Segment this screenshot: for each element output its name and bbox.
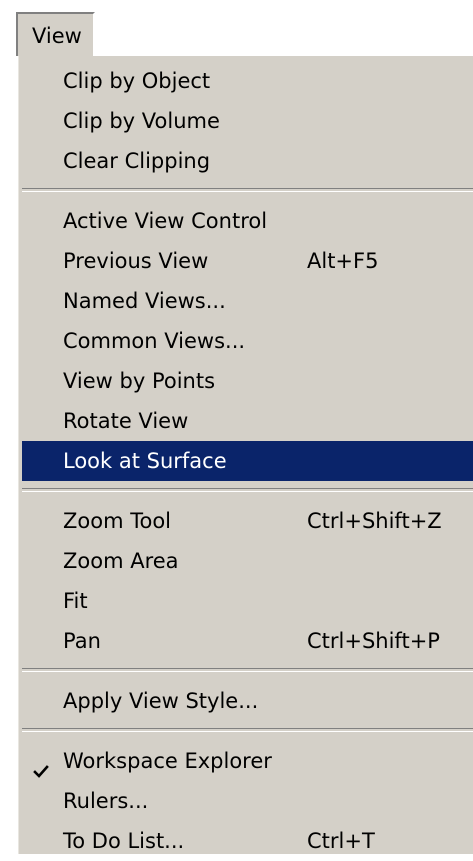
menu-item-label: Clear Clipping: [63, 149, 211, 173]
menu-item-label: Look at Surface: [63, 449, 227, 473]
menu-item-view-by-points[interactable]: View by Points: [22, 361, 473, 401]
menu-item-previous-view[interactable]: Previous View Alt+F5: [22, 241, 473, 281]
menu-item-label: Clip by Object: [63, 69, 211, 93]
menu-item-label: Fit: [63, 589, 88, 613]
menu-item-zoom-area[interactable]: Zoom Area: [22, 541, 473, 581]
menu-item-clear-clipping[interactable]: Clear Clipping: [22, 141, 473, 181]
view-menu-button[interactable]: View: [16, 12, 95, 56]
menu-item-clip-by-volume[interactable]: Clip by Volume: [22, 101, 473, 141]
menu-item-shortcut: Ctrl+T: [307, 829, 375, 853]
view-dropdown-menu: Clip by Object Clip by Volume Clear Clip…: [16, 56, 473, 854]
menu-item-pan[interactable]: Pan Ctrl+Shift+P: [22, 621, 473, 661]
menu-item-clip-by-object[interactable]: Clip by Object: [22, 61, 473, 101]
menu-separator: [22, 668, 473, 672]
menu-item-label: To Do List...: [63, 829, 185, 853]
menu-item-to-do-list[interactable]: To Do List... Ctrl+T: [22, 821, 473, 861]
menu-separator: [22, 188, 473, 192]
menu-item-zoom-tool[interactable]: Zoom Tool Ctrl+Shift+Z: [22, 501, 473, 541]
menu-item-label: Pan: [63, 629, 101, 653]
menu-separator: [22, 728, 473, 732]
menu-item-label: Zoom Tool: [63, 509, 172, 533]
menu-item-label: Clip by Volume: [63, 109, 220, 133]
menu-item-label: View by Points: [63, 369, 216, 393]
menu-item-rulers[interactable]: Rulers...: [22, 781, 473, 821]
menu-item-label: Workspace Explorer: [63, 749, 272, 773]
view-menu-label: View: [32, 24, 82, 48]
menu-item-label: Rulers...: [63, 789, 149, 813]
menu-item-shortcut: Ctrl+Shift+Z: [307, 509, 442, 533]
menu-item-look-at-surface[interactable]: Look at Surface: [22, 441, 473, 481]
menu-item-label: Named Views...: [63, 289, 226, 313]
menu-item-common-views[interactable]: Common Views...: [22, 321, 473, 361]
menu-item-label: Common Views...: [63, 329, 246, 353]
menu-item-rotate-view[interactable]: Rotate View: [22, 401, 473, 441]
checkmark-icon: [33, 753, 49, 778]
menu-item-named-views[interactable]: Named Views...: [22, 281, 473, 321]
menu-item-label: Zoom Area: [63, 549, 179, 573]
menu-item-label: Apply View Style...: [63, 689, 259, 713]
menu-item-active-view-control[interactable]: Active View Control: [22, 201, 473, 241]
menu-item-apply-view-style[interactable]: Apply View Style...: [22, 681, 473, 721]
menu-item-label: Rotate View: [63, 409, 189, 433]
menu-item-label: Active View Control: [63, 209, 268, 233]
menu-item-workspace-explorer[interactable]: Workspace Explorer: [22, 741, 473, 781]
menu-item-shortcut: Alt+F5: [307, 249, 379, 273]
menu-separator: [22, 488, 473, 492]
menu-item-shortcut: Ctrl+Shift+P: [307, 629, 440, 653]
menu-item-fit[interactable]: Fit: [22, 581, 473, 621]
menu-item-label: Previous View: [63, 249, 209, 273]
